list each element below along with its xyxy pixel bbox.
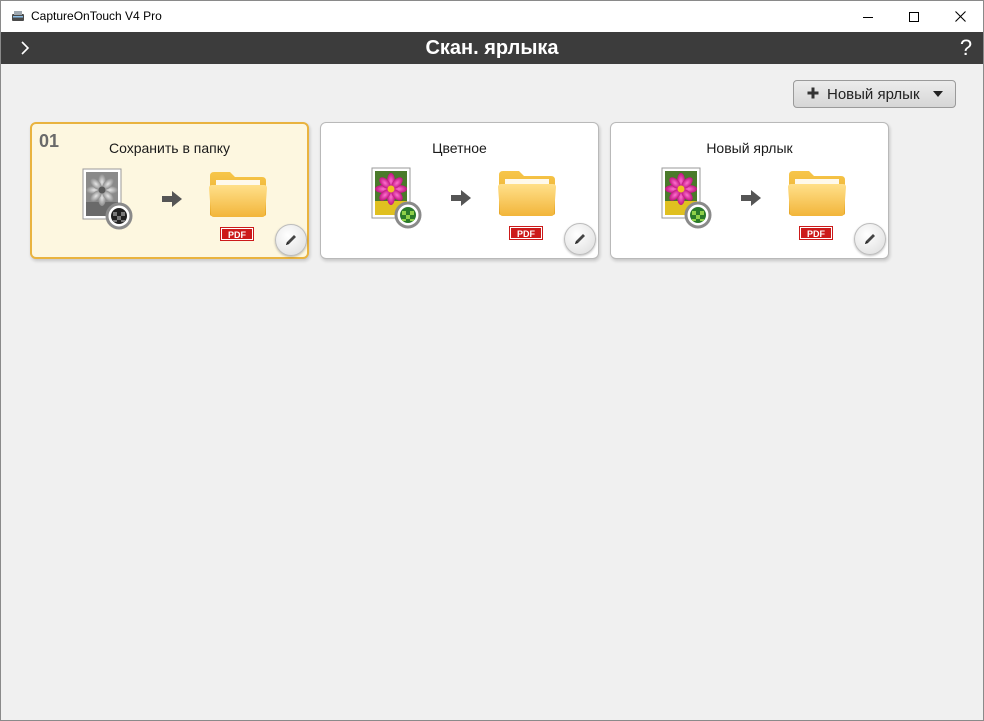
maximize-icon — [909, 11, 919, 22]
close-icon — [954, 11, 966, 22]
pdf-format-badge: PDF — [800, 227, 832, 239]
edit-shortcut-button[interactable] — [564, 223, 596, 255]
arrow-right-icon — [162, 191, 182, 207]
maximize-button[interactable] — [891, 1, 937, 32]
card-title: Новый ярлык — [706, 140, 793, 156]
new-shortcut-label: Новый ярлык — [827, 86, 920, 103]
expand-menu-button[interactable] — [15, 38, 35, 58]
scanner-app-icon — [12, 11, 24, 21]
card-title: Сохранить в папку — [108, 140, 231, 156]
page-title: Скан. ярлыка — [425, 37, 559, 59]
shortcut-card[interactable]: Цветное PDF — [320, 122, 599, 259]
help-button[interactable]: ? — [955, 35, 977, 61]
plus-icon — [807, 87, 819, 99]
chevron-right-icon — [21, 41, 30, 55]
minimize-button[interactable] — [845, 1, 891, 32]
folder-icon — [788, 171, 846, 216]
grayscale-document-icon — [82, 168, 133, 230]
folder-icon — [498, 171, 556, 216]
folder-icon — [209, 172, 267, 217]
title-bar: CaptureOnTouch V4 Pro — [1, 1, 983, 32]
pencil-icon — [865, 234, 875, 244]
minimize-icon — [863, 16, 873, 18]
color-document-icon — [371, 167, 422, 229]
header-bar: Скан. ярлыка ? — [1, 32, 983, 64]
shortcut-card[interactable]: Новый ярлык PDF — [610, 122, 889, 259]
pdf-format-badge: PDF — [510, 227, 542, 239]
color-document-icon — [661, 167, 712, 229]
close-button[interactable] — [937, 1, 983, 32]
window-title: CaptureOnTouch V4 Pro — [31, 9, 162, 23]
edit-shortcut-button[interactable] — [854, 223, 886, 255]
app-window: CaptureOnTouch V4 Pro Скан. ярлыка ? Нов… — [0, 0, 984, 721]
arrow-right-icon — [741, 190, 761, 206]
new-shortcut-button[interactable]: Новый ярлык — [793, 80, 956, 108]
arrow-right-icon — [451, 190, 471, 206]
caret-down-icon — [933, 91, 943, 97]
card-title: Цветное — [432, 140, 487, 156]
pencil-icon — [286, 235, 296, 245]
shortcut-card[interactable]: 01 Сохранить в папку PDF — [30, 122, 309, 259]
pencil-icon — [575, 234, 585, 244]
edit-shortcut-button[interactable] — [275, 224, 307, 256]
pdf-format-badge: PDF — [221, 228, 253, 240]
